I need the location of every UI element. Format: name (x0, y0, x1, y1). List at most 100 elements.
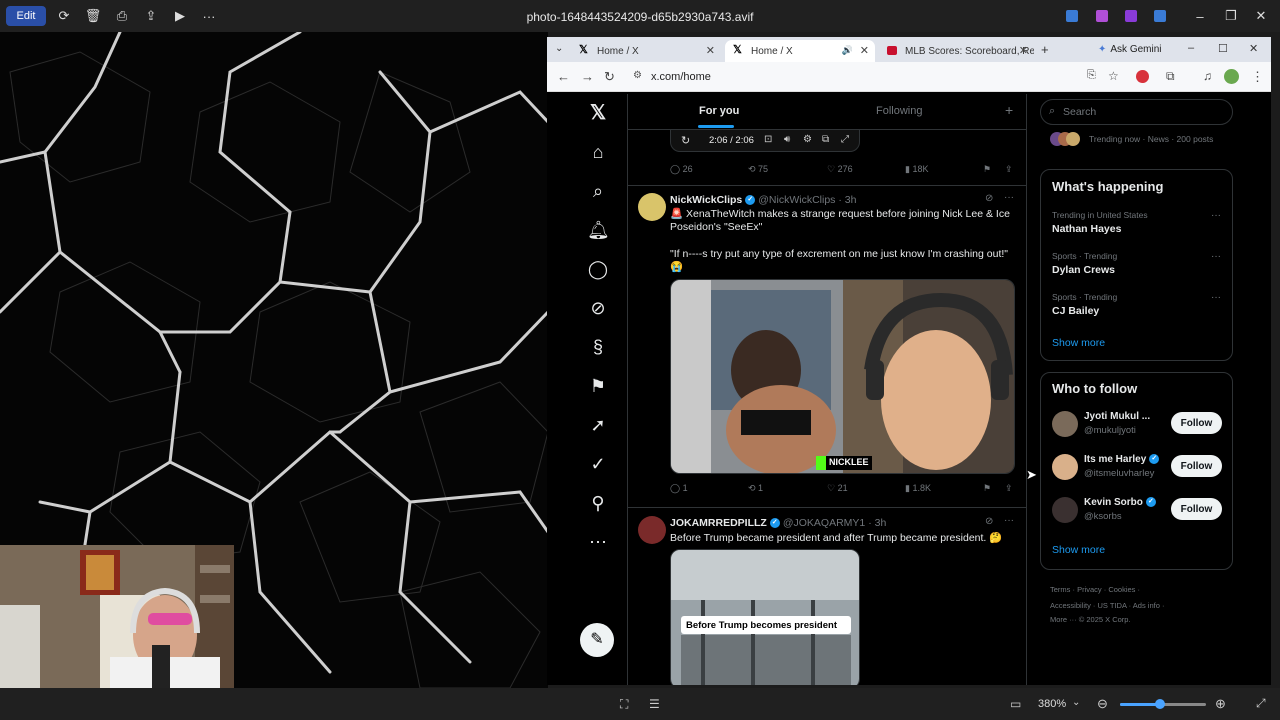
profile-icon[interactable]: ⚲ (587, 492, 609, 514)
back-icon[interactable]: ← (557, 69, 570, 84)
media-control-icon[interactable]: ♫ (1203, 69, 1212, 83)
tweet-time[interactable]: · 3h (838, 194, 856, 206)
messages-icon[interactable]: ◯ (587, 258, 609, 280)
tab-home-x-2[interactable]: 𝕏 Home / X 🔊 ✕ (725, 40, 875, 62)
adblock-extension-icon[interactable] (1136, 70, 1149, 83)
settings-gear-icon[interactable]: ⚙ (803, 134, 812, 145)
views-button[interactable]: ▮ 18K (905, 164, 928, 175)
follow-user-name[interactable]: Kevin Sorbo ✓ (1084, 497, 1159, 508)
tweet-more-icon[interactable]: ··· (1004, 192, 1014, 203)
tweet-more-icon[interactable]: ··· (1004, 515, 1014, 526)
avatar[interactable] (1052, 497, 1078, 523)
tab-close-icon[interactable]: ✕ (860, 44, 869, 57)
trending-now-text[interactable]: Trending now · News · 200 posts (1089, 134, 1213, 144)
author-name[interactable]: NickWickClips (670, 194, 742, 206)
follow-button[interactable]: Follow (1171, 498, 1222, 520)
tweet-video-thumbnail[interactable]: NICKLEE (670, 279, 1015, 474)
views-button[interactable]: ▮ 1.8K (905, 483, 931, 494)
fullscreen-expand-icon[interactable]: ⤢ (841, 134, 849, 145)
reply-button[interactable]: ◯ 26 (670, 164, 693, 175)
copilot-app-icon[interactable] (1096, 10, 1108, 22)
captions-icon[interactable]: ⊡ (764, 134, 772, 145)
more-options-icon[interactable]: ⋯ (587, 531, 609, 553)
cloud-app-icon[interactable] (1154, 10, 1166, 22)
info-icon[interactable]: ☰ (649, 697, 660, 711)
bookmarks-icon[interactable]: ⚑ (587, 375, 609, 397)
author-handle[interactable]: @JOKAQARMY1 (783, 517, 865, 529)
tweet-video-partial[interactable]: ↻ 2:06 / 2:06 ⊡ 🔊︎ ⚙ ⧉ ⤢ ◯ 26 ⟲ 75 ♡ 276… (628, 130, 1026, 186)
fullscreen-icon[interactable]: ⤢ (1256, 696, 1266, 711)
tweet-author-avatar[interactable] (638, 516, 666, 544)
follow-button[interactable]: Follow (1171, 412, 1222, 434)
tab-search-icon[interactable]: ⌄ (555, 43, 563, 54)
forward-icon[interactable]: → (581, 69, 594, 84)
follow-user-handle[interactable]: @mukuljyoti (1084, 425, 1136, 436)
footer-links-3[interactable]: More ··· © 2025 X Corp. (1050, 615, 1131, 624)
grok-icon[interactable]: ⊘ (587, 297, 609, 319)
follow-user-name[interactable]: Jyoti Mukul ... (1084, 411, 1150, 422)
reload-icon[interactable]: ↻ (604, 69, 615, 85)
avatar[interactable] (1052, 411, 1078, 437)
app-icon[interactable] (1125, 10, 1137, 22)
film-strip-icon[interactable]: ⛶ (620, 697, 628, 712)
share-icon[interactable]: ⇪ (1005, 483, 1013, 494)
window-maximize-icon[interactable]: ☐ (1218, 42, 1228, 55)
close-icon[interactable]: ✕ (1254, 7, 1268, 25)
zoom-dropdown-icon[interactable]: ⌄ (1072, 697, 1080, 708)
footer-links-1[interactable]: Terms · Privacy · Cookies · (1050, 585, 1140, 594)
window-close-icon[interactable]: ✕ (1249, 42, 1258, 55)
zoom-slider-thumb[interactable] (1155, 699, 1165, 709)
follow-user-handle[interactable]: @ksorbs (1084, 511, 1122, 522)
jobs-rocket-icon[interactable]: ➚ (587, 414, 609, 436)
trend-name[interactable]: Nathan Hayes (1052, 223, 1121, 235)
author-name[interactable]: JOKAMRREDPILLZ (670, 517, 767, 529)
follow-user-name[interactable]: Its me Harley ✓ (1084, 454, 1162, 465)
url-field[interactable]: ⚙ x.com/home (627, 66, 1082, 88)
tab-close-icon[interactable]: ✕ (706, 44, 715, 57)
avatar[interactable] (1052, 454, 1078, 480)
author-handle[interactable]: @NickWickClips (758, 194, 835, 206)
verified-orgs-icon[interactable]: ✓ (587, 453, 609, 475)
tab-mlb-scores[interactable]: MLB Scores: Scoreboard, Resu ✕ (879, 40, 1034, 62)
reply-button[interactable]: ◯ 1 (670, 483, 688, 494)
share-icon[interactable]: ⇪ (1005, 164, 1013, 175)
tab-close-icon[interactable]: ✕ (1019, 44, 1028, 57)
trend-more-icon[interactable]: ··· (1211, 251, 1221, 262)
tab-for-you[interactable]: For you (699, 105, 739, 117)
minimize-icon[interactable]: – (1193, 7, 1207, 25)
audio-playing-icon[interactable]: 🔊 (842, 45, 853, 56)
bookmark-icon[interactable]: ⚑ (983, 164, 991, 175)
trend-more-icon[interactable]: ··· (1211, 292, 1221, 303)
show-more-follow-link[interactable]: Show more (1052, 544, 1105, 556)
like-button[interactable]: ♡ 21 (827, 483, 848, 494)
bookmark-icon[interactable]: ⚑ (983, 483, 991, 494)
tweet-jokamrredpillz[interactable]: JOKAMRREDPILLZ ✓ @JOKAQARMY1 · 3h ⊘ ··· Be… (628, 508, 1026, 685)
tab-following[interactable]: Following (876, 105, 922, 117)
zoom-level[interactable]: 380% (1038, 698, 1066, 710)
zoom-in-icon[interactable]: ⊕ (1215, 696, 1226, 712)
follow-button[interactable]: Follow (1171, 455, 1222, 477)
tweet-author-avatar[interactable] (638, 193, 666, 221)
tweet-time[interactable]: · 3h (868, 517, 886, 529)
show-more-trends-link[interactable]: Show more (1052, 337, 1105, 349)
window-minimize-icon[interactable]: – (1188, 42, 1194, 54)
tab-home-x-1[interactable]: 𝕏 Home / X ✕ (571, 40, 721, 62)
notifications-bell-icon[interactable]: 🔔︎ (587, 219, 610, 241)
extensions-icon[interactable]: ⧉ (1166, 69, 1175, 84)
site-info-icon[interactable]: ⚙ (633, 70, 642, 81)
profile-avatar[interactable] (1224, 69, 1239, 84)
footer-links-2[interactable]: Accessibility · US TIDA · Ads info · (1050, 601, 1164, 610)
bookmark-star-icon[interactable]: ☆ (1108, 69, 1119, 83)
volume-icon[interactable]: 🔊︎ (784, 134, 790, 145)
home-icon[interactable]: ⌂ (587, 141, 609, 163)
install-app-icon[interactable]: ⎘ (1087, 69, 1096, 82)
ask-gemini-button[interactable]: ✦ Ask Gemini (1098, 41, 1170, 58)
new-tab-button[interactable]: + (1041, 42, 1049, 57)
retweet-button[interactable]: ⟲ 1 (748, 483, 763, 494)
add-feed-icon[interactable]: + (1005, 102, 1013, 118)
grok-explain-icon[interactable]: ⊘ (985, 193, 993, 204)
trend-name[interactable]: CJ Bailey (1052, 305, 1099, 317)
explore-search-icon[interactable]: ⌕ (587, 180, 609, 202)
pen-app-icon[interactable] (1066, 10, 1078, 22)
browser-menu-icon[interactable]: ⋮ (1251, 69, 1264, 85)
